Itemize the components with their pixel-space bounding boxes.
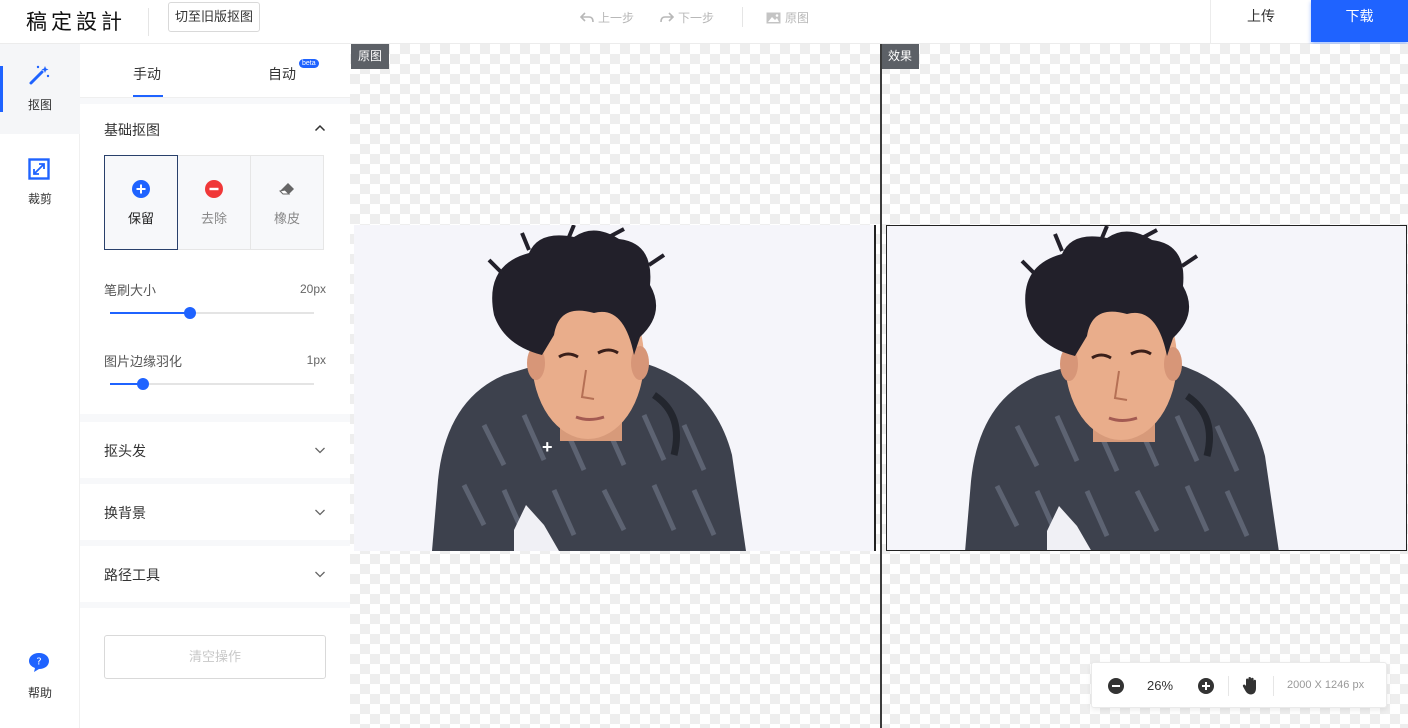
- zoom-toolbar: 26% 2000 X 1246 px: [1091, 662, 1387, 708]
- mode-tabs: 手动 自动 beta: [80, 44, 350, 98]
- clear-operations-button[interactable]: 清空操作: [104, 635, 326, 679]
- download-button[interactable]: 下载: [1311, 0, 1408, 42]
- magic-wand-icon: [29, 65, 50, 85]
- chevron-down-icon: [315, 447, 325, 454]
- feather-slider[interactable]: [110, 378, 314, 390]
- eraser-mode-label: 橡皮: [273, 211, 300, 226]
- redo-button[interactable]: 下一步: [660, 9, 714, 26]
- portrait-photo: [965, 226, 1279, 550]
- undo-icon: [580, 11, 594, 22]
- brush-size-label: 笔刷大小: [104, 283, 157, 298]
- result-image[interactable]: [886, 225, 1407, 551]
- active-tab-underline: [133, 95, 163, 97]
- brush-cursor: +: [542, 437, 553, 457]
- minus-circle-icon: [205, 180, 223, 198]
- switch-old-version-button[interactable]: 切至旧版抠图: [168, 2, 261, 32]
- brush-size-slider[interactable]: [110, 307, 314, 319]
- image-dimensions: 2000 X 1246 px: [1287, 679, 1365, 691]
- portrait-photo: [432, 225, 746, 551]
- original-image-button[interactable]: 原图: [766, 9, 809, 26]
- tab-manual[interactable]: 手动: [133, 64, 161, 84]
- rail-label-crop: 裁剪: [27, 192, 52, 206]
- upload-button[interactable]: 上传: [1210, 0, 1311, 44]
- section-title-background: 换背景: [104, 505, 146, 521]
- left-rail: 抠图 裁剪 ? 帮助: [0, 44, 80, 728]
- path-tool-section[interactable]: 路径工具: [80, 546, 350, 602]
- original-tag: 原图: [351, 44, 390, 69]
- rail-item-crop[interactable]: 裁剪: [0, 138, 80, 228]
- rail-item-cutout[interactable]: 抠图: [0, 44, 80, 134]
- chevron-down-icon: [315, 509, 325, 516]
- crop-icon: [28, 158, 50, 180]
- redo-icon: [660, 11, 674, 22]
- help-button[interactable]: ? 帮助: [0, 632, 80, 722]
- tab-auto[interactable]: 自动: [268, 64, 296, 84]
- chevron-down-icon: [315, 571, 325, 578]
- change-background-section[interactable]: 换背景: [80, 484, 350, 540]
- app-logo[interactable]: 稿定設計: [26, 6, 126, 36]
- beta-badge: beta: [299, 59, 319, 68]
- eraser-icon: [278, 183, 294, 195]
- tool-panel: 手动 自动 beta 基础抠图 保留 去除 橡皮 笔刷大小 20px 图片边缘羽…: [80, 44, 350, 728]
- brush-size-value: 20px: [299, 282, 326, 296]
- original-image[interactable]: [354, 225, 876, 551]
- top-header: 稿定設計 切至旧版抠图 上一步 下一步 原图 上传 下载: [0, 0, 1408, 44]
- plus-circle-icon: [132, 180, 150, 198]
- zoom-in-icon[interactable]: [1198, 678, 1214, 694]
- original-label: 原图: [785, 11, 810, 25]
- section-title-basic[interactable]: 基础抠图: [104, 120, 160, 140]
- keep-mode-button[interactable]: 保留: [104, 155, 178, 250]
- rail-label-cutout: 抠图: [27, 98, 52, 112]
- zoom-out-icon[interactable]: [1108, 678, 1124, 694]
- feather-handle[interactable]: [136, 378, 149, 390]
- zoom-divider: [1228, 676, 1229, 696]
- hand-pan-icon[interactable]: [1242, 676, 1260, 696]
- section-title-hair: 抠头发: [104, 443, 146, 459]
- redo-label: 下一步: [678, 11, 715, 25]
- feather-label: 图片边缘羽化: [104, 354, 183, 369]
- header-divider: [742, 7, 743, 27]
- zoom-level: 26%: [1147, 678, 1174, 693]
- brush-modes: 保留 去除 橡皮: [104, 155, 326, 250]
- editor-canvas[interactable]: 原图 效果 + 26% 2000 X 1246 px: [350, 44, 1408, 728]
- image-icon: [766, 12, 781, 23]
- help-label: 帮助: [27, 686, 52, 700]
- help-icon: ?: [29, 653, 49, 672]
- chevron-up-icon[interactable]: [314, 122, 326, 134]
- original-image-edge: [874, 225, 876, 551]
- eraser-mode-button[interactable]: 橡皮: [250, 155, 324, 250]
- undo-label: 上一步: [598, 11, 635, 25]
- svg-text:?: ?: [36, 657, 41, 668]
- feather-value: 1px: [306, 353, 326, 367]
- remove-mode-button[interactable]: 去除: [177, 155, 251, 250]
- section-title-path: 路径工具: [104, 567, 160, 583]
- hair-cutout-section[interactable]: 抠头发: [80, 422, 350, 478]
- compare-divider: [880, 44, 882, 728]
- zoom-divider: [1273, 676, 1274, 696]
- header-divider: [148, 8, 149, 36]
- undo-button[interactable]: 上一步: [580, 9, 634, 26]
- brush-size-handle[interactable]: [183, 307, 196, 319]
- result-tag: 效果: [881, 44, 920, 69]
- brush-size-fill: [110, 312, 190, 314]
- remove-mode-label: 去除: [200, 211, 227, 226]
- keep-mode-label: 保留: [127, 211, 154, 226]
